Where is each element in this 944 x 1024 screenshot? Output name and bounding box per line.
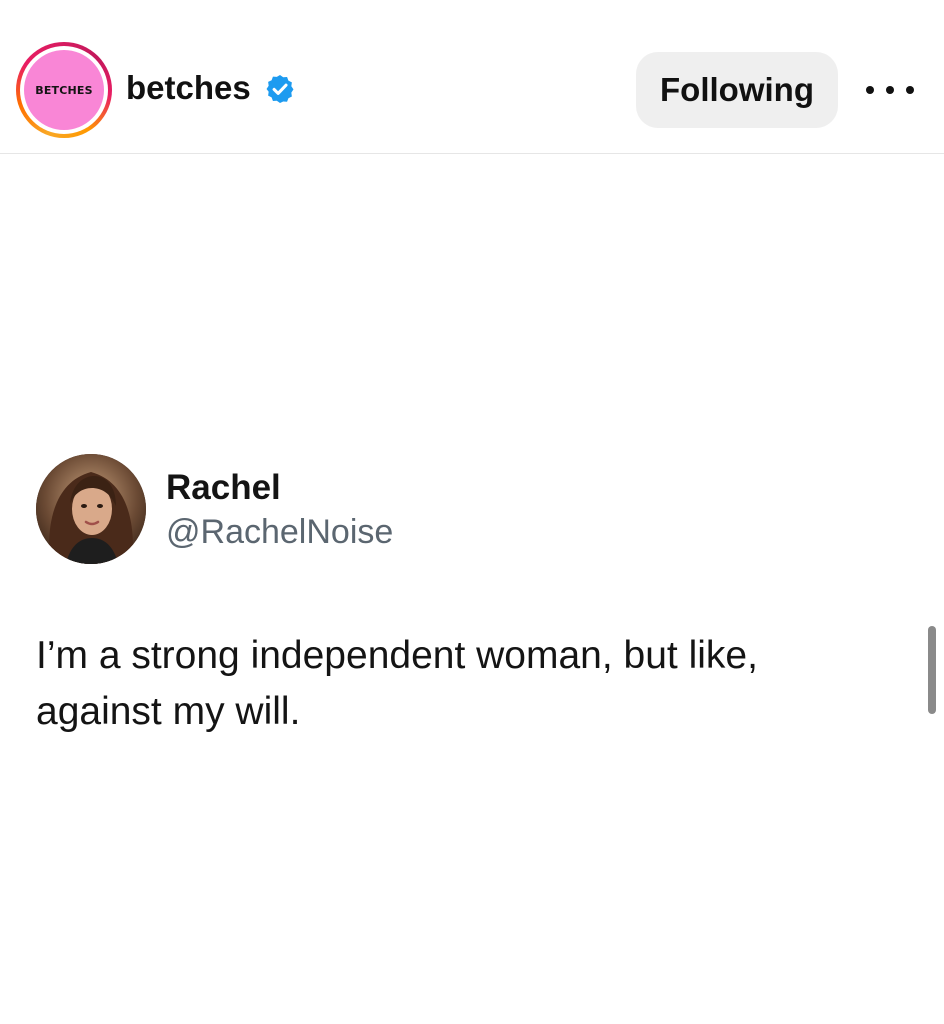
tweet-author-avatar (36, 454, 146, 564)
tweet-author-handle: @RachelNoise (166, 513, 394, 551)
tweet-author-name: Rachel (166, 468, 281, 507)
avatar-logo-text: BETCHES (35, 83, 93, 97)
account-name[interactable]: betches (126, 66, 251, 110)
instagram-post: BETCHES betches Following Rachel @Rachel… (0, 0, 944, 1024)
tweet-card: Rachel @RachelNoise I’m a strong indepen… (0, 154, 944, 1024)
tweet-text: I’m a strong independent woman, but like… (36, 634, 758, 733)
author-photo-icon (36, 454, 146, 564)
scrollbar[interactable] (928, 626, 936, 714)
post-header: BETCHES betches Following (0, 0, 944, 154)
verified-badge-icon (266, 75, 294, 103)
avatar: BETCHES (24, 50, 104, 130)
profile-avatar-story-ring[interactable]: BETCHES (16, 42, 112, 138)
following-button[interactable]: Following (636, 52, 838, 128)
more-options-icon[interactable] (866, 74, 914, 106)
